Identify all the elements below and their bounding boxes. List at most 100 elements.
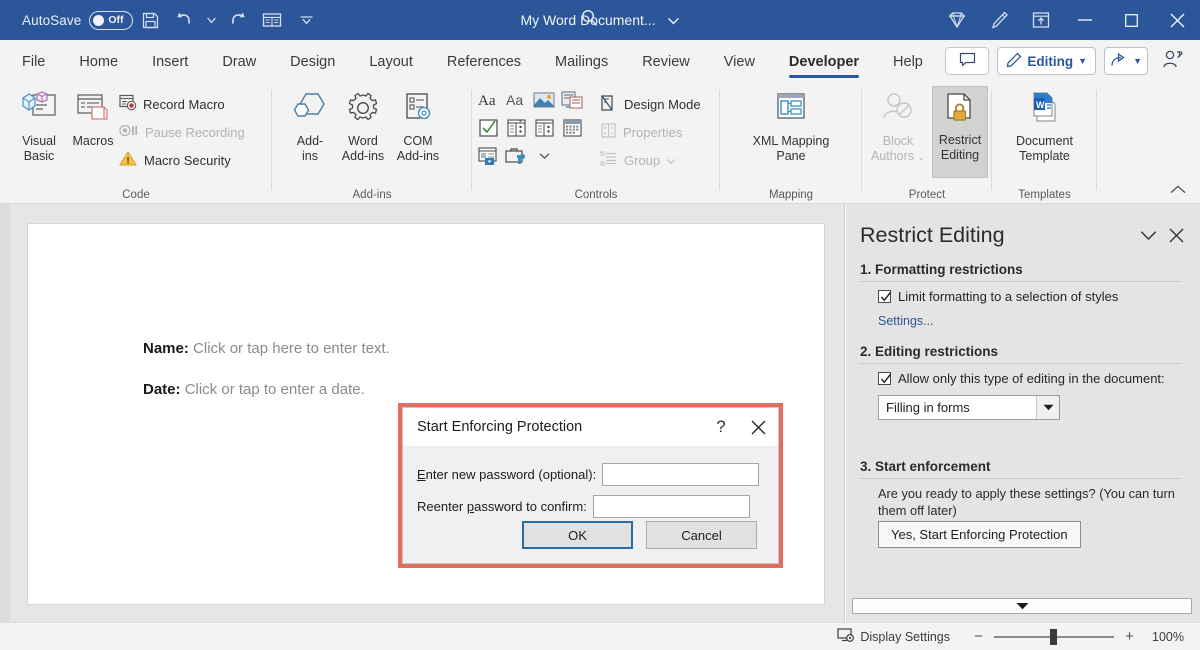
document-template-button[interactable]: W DocumentTemplate [1002,86,1087,178]
dialog-cancel-button[interactable]: Cancel [646,521,757,549]
check-box-content-control-icon[interactable] [474,114,502,142]
block-authors-icon [879,91,917,130]
zoom-in-button[interactable]: + [1123,628,1136,645]
save-icon[interactable] [133,5,167,35]
xml-mapping-pane-icon [771,91,811,130]
document-field-name[interactable]: Name: Click or tap here to enter text. [143,340,390,357]
yes-start-enforcing-protection-button[interactable]: Yes, Start Enforcing Protection [878,521,1081,548]
minimize-button[interactable] [1062,0,1108,40]
allow-editing-type-checkbox[interactable] [878,372,891,385]
editing-mode-button[interactable]: Editing ▼ [997,47,1096,75]
comments-button[interactable] [945,47,989,75]
picture-content-control-icon[interactable] [530,86,558,114]
ribbon-display-options-icon[interactable] [1020,0,1062,40]
redo-icon[interactable] [221,5,255,35]
title-bar-right-controls [936,0,1200,40]
undo-icon[interactable] [167,5,201,35]
undo-dropdown-icon[interactable] [201,5,221,35]
tab-help[interactable]: Help [893,40,923,82]
repeating-section-content-control-icon[interactable] [474,142,502,170]
editing-type-chevron-down-icon[interactable] [1036,396,1059,419]
editing-type-dropdown[interactable]: Filling in forms [878,395,1060,420]
zoom-control: − + [972,628,1136,645]
rich-text-content-control-icon[interactable]: Aa [474,86,502,114]
autosave-toggle[interactable]: Off [89,11,133,30]
legacy-tools-dropdown-chevron-icon[interactable] [530,142,558,170]
drop-down-list-content-control-icon[interactable] [530,114,558,142]
collapse-ribbon-chevron-icon[interactable] [1170,182,1186,197]
limit-formatting-checkbox-row[interactable]: Limit formatting to a selection of style… [878,288,1186,305]
search-box[interactable] [580,0,840,40]
display-settings-button[interactable]: Display Settings [837,627,950,646]
start-enforcing-protection-dialog: Start Enforcing Protection ? Enter new p… [402,407,779,564]
record-macro-icon [119,94,137,114]
record-macro-label: Record Macro [143,97,225,112]
group-label-protect: Protect [862,189,992,201]
ribbon-group-templates: W DocumentTemplate Templates [992,82,1097,204]
share-button[interactable]: ▼ [1104,47,1148,75]
dialog-help-icon[interactable]: ? [704,408,738,446]
touch-mode-icon[interactable] [255,5,289,35]
tab-insert[interactable]: Insert [152,40,188,82]
dialog-ok-button[interactable]: OK [522,521,633,549]
left-scroll-rail[interactable] [0,204,10,622]
tab-developer[interactable]: Developer [789,40,859,82]
plain-text-content-control-icon[interactable]: Aa [502,86,530,114]
catch-up-button[interactable] [1156,44,1190,78]
group-label-mapping: Mapping [720,189,862,201]
zoom-level-label[interactable]: 100% [1146,630,1184,644]
customize-quick-access-icon[interactable] [289,5,323,35]
zoom-slider-handle[interactable] [1050,629,1057,645]
tab-review[interactable]: Review [642,40,690,82]
share-chevron-down-icon[interactable]: ▼ [1133,56,1142,66]
new-password-input[interactable] [602,463,759,486]
pen-ink-icon[interactable] [978,0,1020,40]
xml-mapping-pane-button[interactable]: XML MappingPane [742,86,840,178]
tab-home[interactable]: Home [79,40,118,82]
dialog-close-icon[interactable] [738,408,778,446]
add-ins-button[interactable]: Add-ins [281,86,339,178]
group-label-controls: Controls [472,189,720,201]
pencil-icon [1006,52,1022,71]
maximize-button[interactable] [1108,0,1154,40]
tab-file[interactable]: File [22,40,45,82]
tab-view[interactable]: View [724,40,755,82]
pane-options-chevron-down-icon[interactable] [1134,221,1162,249]
visual-basic-button[interactable]: VisualBasic [10,86,68,178]
macro-security-button[interactable]: Macro Security [119,149,231,171]
date-picker-content-control-icon[interactable] [558,114,586,142]
restrict-editing-button[interactable]: RestrictEditing [932,86,988,178]
design-mode-button[interactable]: Design Mode [600,93,701,115]
legacy-tools-icon[interactable] [502,142,530,170]
diamond-icon[interactable] [936,0,978,40]
macros-button[interactable]: Macros [64,86,122,178]
limit-formatting-checkbox[interactable] [878,290,891,303]
record-macro-button[interactable]: Record Macro [119,93,225,115]
tab-mailings[interactable]: Mailings [555,40,608,82]
field-placeholder-name[interactable]: Click or tap here to enter text. [193,340,390,357]
pane-see-more-bar[interactable] [852,598,1192,614]
field-placeholder-date[interactable]: Click or tap to enter a date. [185,381,365,398]
document-field-date[interactable]: Date: Click or tap to enter a date. [143,381,365,398]
word-add-ins-label: WordAdd-ins [342,134,384,163]
tab-layout[interactable]: Layout [369,40,413,82]
pane-title: Restrict Editing [860,223,1134,248]
tab-draw[interactable]: Draw [222,40,256,82]
zoom-out-button[interactable]: − [972,628,985,645]
building-block-gallery-content-control-icon[interactable] [558,86,586,114]
word-add-ins-button[interactable]: WordAdd-ins [334,86,392,178]
chevron-down-icon[interactable]: ▼ [1078,56,1087,66]
properties-label: Properties [623,125,682,140]
close-button[interactable] [1154,0,1200,40]
formatting-settings-link[interactable]: Settings... [878,314,934,328]
pause-recording-icon [119,123,139,141]
reenter-password-input[interactable] [593,495,750,518]
search-icon[interactable] [580,8,600,33]
combo-box-content-control-icon[interactable] [502,114,530,142]
pane-close-icon[interactable] [1162,221,1190,249]
tab-design[interactable]: Design [290,40,335,82]
allow-editing-type-checkbox-row[interactable]: Allow only this type of editing in the d… [878,370,1190,387]
zoom-slider[interactable] [994,636,1114,638]
com-add-ins-button[interactable]: COMAdd-ins [389,86,447,178]
tab-references[interactable]: References [447,40,521,82]
